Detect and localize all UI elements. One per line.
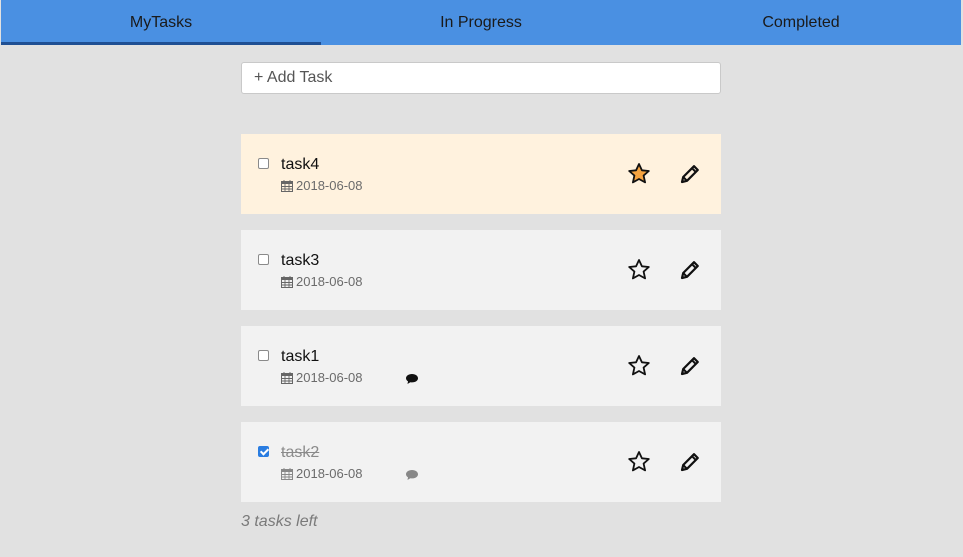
star-icon[interactable]	[627, 354, 651, 378]
star-icon[interactable]	[627, 450, 651, 474]
task-checkbox[interactable]	[258, 446, 269, 457]
comment-icon	[406, 470, 418, 480]
pencil-icon[interactable]	[679, 451, 701, 473]
task-checkbox[interactable]	[258, 350, 269, 361]
tab-label: In Progress	[440, 13, 522, 31]
task-date-text: 2018-06-08	[296, 370, 363, 385]
task-title: task4	[281, 156, 320, 173]
tab-label: MyTasks	[129, 13, 193, 31]
app-frame: MyTasks In Progress Completed + Add Task…	[1, 0, 961, 557]
calendar-icon	[281, 467, 293, 480]
add-task-placeholder: + Add Task	[254, 69, 333, 86]
comment-icon	[406, 374, 418, 384]
tab-label: Completed	[762, 13, 840, 31]
task-title: task2	[281, 444, 320, 461]
task-checkbox[interactable]	[258, 158, 269, 169]
task-date: 2018-06-08	[281, 370, 363, 385]
task-card[interactable]: task4 2018-06-08	[241, 134, 721, 214]
task-card[interactable]: task1 2018-06-08	[241, 326, 721, 406]
task-title: task3	[281, 252, 320, 269]
tab-mytasks[interactable]: MyTasks	[1, 0, 321, 45]
calendar-icon	[281, 371, 293, 384]
star-icon[interactable]	[627, 258, 651, 282]
tasks-left-counter: 3 tasks left	[241, 513, 318, 530]
task-date-text: 2018-06-08	[296, 178, 363, 193]
star-icon[interactable]	[627, 162, 651, 186]
pencil-icon[interactable]	[679, 259, 701, 281]
task-date-text: 2018-06-08	[296, 466, 363, 481]
task-date: 2018-06-08	[281, 274, 363, 289]
calendar-icon	[281, 275, 293, 288]
tab-in-progress[interactable]: In Progress	[321, 0, 641, 45]
task-title: task1	[281, 348, 320, 365]
task-card[interactable]: task3 2018-06-08	[241, 230, 721, 310]
pencil-icon[interactable]	[679, 355, 701, 377]
tab-completed[interactable]: Completed	[641, 0, 961, 45]
task-date: 2018-06-08	[281, 466, 363, 481]
calendar-icon	[281, 179, 293, 192]
task-card[interactable]: task2 2018-06-08	[241, 422, 721, 502]
task-checkbox[interactable]	[258, 254, 269, 265]
add-task-input[interactable]: + Add Task	[241, 62, 721, 94]
pencil-icon[interactable]	[679, 163, 701, 185]
task-date-text: 2018-06-08	[296, 274, 363, 289]
task-date: 2018-06-08	[281, 178, 363, 193]
top-nav: MyTasks In Progress Completed	[1, 0, 961, 45]
